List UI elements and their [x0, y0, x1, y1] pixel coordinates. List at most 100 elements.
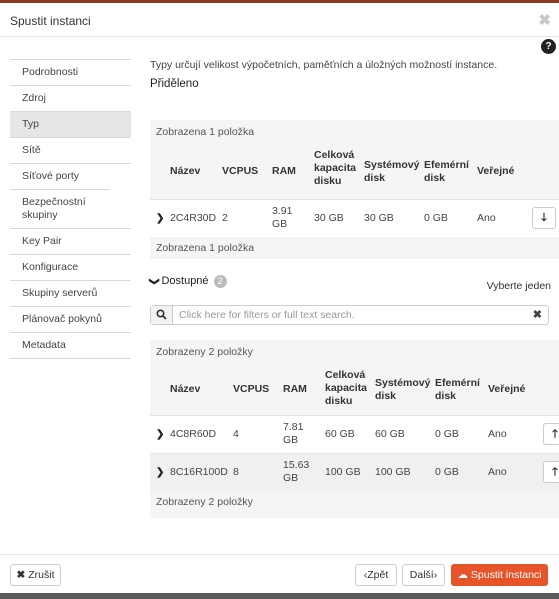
table-row[interactable]: ❯ 2C4R30D 2 3.91 GB 30 GB 30 GB 0 GB Ano… [150, 199, 559, 237]
available-count-footer: Zobrazeny 2 položky [156, 496, 253, 508]
nav-item-podrobnosti[interactable]: Podrobnosti [10, 59, 131, 85]
cancel-label: Zrušit [28, 569, 55, 581]
col-root-line1: Systémový [364, 159, 420, 171]
available-count-badge: 2 [213, 275, 227, 288]
dialog-title: Spustit instanci [10, 14, 91, 28]
chevron-right-icon[interactable]: ❯ [156, 429, 164, 440]
chevron-right-icon[interactable]: ❯ [156, 467, 164, 478]
flavor-ram-value: 15.63 [283, 459, 310, 471]
arrow-up-icon: 🡑 [552, 466, 558, 478]
nav-item-skupiny-serveru[interactable]: Skupiny serverů [10, 280, 131, 306]
col-vcpus: VCPUS [233, 383, 270, 395]
flavor-root-disk: 60 GB [375, 428, 405, 440]
flavor-ram-unit: GB [283, 472, 299, 484]
col-eph-line1: Efemérní [424, 159, 469, 171]
next-label: Další [409, 569, 434, 581]
table-row[interactable]: ❯ 8C16R100D 8 15.63 GB 100 GB 100 GB 0 G… [150, 453, 559, 491]
nav-item-sitove-porty[interactable]: Síťové porty [10, 163, 131, 189]
available-label: Dostupné [161, 275, 209, 287]
nav-item-zdroj[interactable]: Zdroj [10, 85, 131, 111]
flavor-name: 2C4R30D [170, 212, 217, 224]
col-public: Veřejné [488, 383, 526, 395]
flavor-disk: 100 GB [325, 466, 361, 478]
flavor-disk: 30 GB [314, 212, 344, 224]
search-icon [151, 306, 173, 324]
col-disk-line2: kapacita [314, 162, 357, 174]
flavor-ephemeral: 0 GB [435, 466, 459, 478]
allocate-button[interactable]: 🡑 [543, 423, 559, 445]
col-ephemeral-disk: Efemérní disk [424, 159, 469, 185]
arrow-up-icon: 🡑 [552, 428, 558, 440]
search-placeholder: Click here for filters or full text sear… [179, 309, 355, 321]
col-public: Veřejné [477, 165, 515, 177]
available-count: Zobrazeny 2 položky [156, 346, 253, 358]
step-content: Typy určují velikost výpočetních, paměťn… [150, 59, 559, 90]
col-root-line2: disk [375, 390, 397, 402]
flavor-public: Ano [477, 212, 496, 224]
nav-item-metadata[interactable]: Metadata [10, 332, 131, 359]
col-eph-line1: Efemérní [435, 377, 480, 389]
flavor-ram-unit: GB [283, 434, 299, 446]
col-vcpus: VCPUS [222, 165, 259, 177]
col-disk-line1: Celková [325, 369, 366, 381]
help-icon[interactable]: ? [541, 39, 556, 54]
nav-item-bezpecnostni-skupiny[interactable]: Bezpečnostní skupiny [10, 189, 110, 228]
back-button[interactable]: ‹Zpět [355, 564, 397, 586]
flavor-ram: 7.81 GB [283, 421, 303, 447]
launch-label: Spustit instanci [470, 569, 542, 581]
nav-item-site[interactable]: Sítě [10, 137, 131, 163]
chevron-right-icon: › [433, 569, 438, 581]
col-disk: Celková kapacita disku [314, 149, 356, 188]
flavor-root-disk: 30 GB [364, 212, 394, 224]
nav-item-konfigurace[interactable]: Konfigurace [10, 254, 131, 280]
col-eph-line2: disk [435, 390, 457, 402]
col-name: Název [170, 165, 201, 177]
flavor-ephemeral: 0 GB [424, 212, 448, 224]
flavor-vcpus: 4 [233, 428, 239, 440]
col-root-line2: disk [364, 172, 386, 184]
available-table-header: Název VCPUS RAM Celková kapacita disku S… [150, 364, 559, 415]
allocated-count: Zobrazena 1 položka [156, 126, 255, 138]
launch-instance-dialog: Spustit instanci ✖ ? Podrobnosti Zdroj T… [0, 3, 559, 593]
wizard-nav: Podrobnosti Zdroj Typ Sítě Síťové porty … [10, 59, 131, 359]
cancel-button[interactable]: ✖ Zrušit [10, 564, 61, 586]
chevron-down-icon: ❯ [148, 277, 160, 286]
dialog-footer: ✖ Zrušit ‹Zpět Další› ☁ Spustit instanci [0, 554, 559, 593]
deallocate-button[interactable]: 🡓 [532, 207, 556, 229]
flavor-ram-value: 7.81 [283, 421, 304, 433]
flavor-disk: 60 GB [325, 428, 355, 440]
col-root-disk: Systémový disk [375, 377, 430, 403]
col-ephemeral-disk: Efemérní disk [435, 377, 480, 403]
allocate-button[interactable]: 🡑 [543, 461, 559, 483]
flavor-public: Ano [488, 428, 507, 440]
allocated-title: Přiděleno [150, 78, 199, 90]
table-row[interactable]: ❯ 4C8R60D 4 7.81 GB 60 GB 60 GB 0 GB Ano… [150, 415, 559, 453]
flavor-ram-unit: GB [272, 218, 288, 230]
col-eph-line2: disk [424, 172, 446, 184]
allocated-count-footer: Zobrazena 1 položka [156, 242, 255, 254]
close-icon[interactable]: ✖ [538, 11, 551, 29]
chevron-right-icon[interactable]: ❯ [156, 213, 164, 224]
col-root-disk: Systémový disk [364, 159, 419, 185]
flavor-ram-value: 3.91 [272, 205, 293, 217]
next-button[interactable]: Další› [402, 564, 445, 586]
launch-instance-button[interactable]: ☁ Spustit instanci [451, 564, 548, 586]
available-toggle[interactable]: ❯ Dostupné 2 [148, 275, 227, 288]
col-disk-line1: Celková [314, 149, 355, 161]
search-input[interactable]: Click here for filters or full text sear… [150, 305, 549, 325]
col-disk-line2: kapacita [325, 382, 368, 394]
pick-one-label: Vyberte jeden [486, 280, 551, 292]
clear-search-icon[interactable]: ✖ [533, 308, 542, 321]
back-label: Zpět [367, 569, 389, 581]
dialog-header: Spustit instanci ✖ [0, 3, 559, 37]
step-description: Typy určují velikost výpočetních, paměťn… [150, 59, 498, 71]
allocated-table-header: Název VCPUS RAM Celková kapacita disku S… [150, 144, 559, 199]
allocated-table: Zobrazena 1 položka Název VCPUS RAM Celk… [150, 120, 559, 259]
available-table: Zobrazeny 2 položky Název VCPUS RAM Celk… [150, 340, 559, 518]
close-icon: ✖ [16, 569, 26, 581]
nav-item-typ[interactable]: Typ [10, 111, 131, 137]
nav-item-key-pair[interactable]: Key Pair [10, 228, 131, 254]
nav-item-planovac-pokynu[interactable]: Plánovač pokynů [10, 306, 131, 332]
flavor-name: 4C8R60D [170, 428, 217, 440]
flavor-vcpus: 2 [222, 212, 228, 224]
